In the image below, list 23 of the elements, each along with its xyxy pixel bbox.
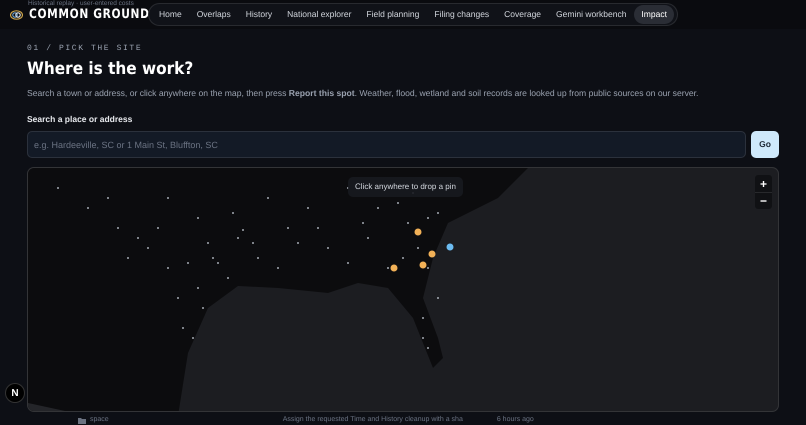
step-eyebrow: 01 / PICK THE SITE: [27, 43, 144, 55]
map-hint: Click anywhere to drop a pin: [348, 177, 463, 198]
nav-tab[interactable]: Filing changes: [427, 5, 496, 24]
logo-icon: [10, 10, 23, 20]
nav-tab[interactable]: Coverage: [497, 5, 548, 24]
nav-tab[interactable]: Impact: [634, 5, 674, 24]
folder-icon: [78, 418, 86, 424]
nav-tab[interactable]: Home: [152, 5, 189, 24]
search-label: Search a place or address: [27, 113, 134, 126]
search-field[interactable]: e.g. Hardeeville, SC or 1 Main St, Bluffton, SC: [27, 131, 746, 158]
step-title: Where is the work?: [27, 58, 194, 81]
brand-name: COMMON GROUND: [29, 6, 150, 24]
go-button[interactable]: Go: [751, 131, 779, 158]
nav-tab[interactable]: History: [238, 5, 280, 24]
zoom-in-button[interactable]: +: [755, 175, 772, 192]
nav-tab[interactable]: Field planning: [359, 5, 426, 24]
nav-tab[interactable]: National explorer: [280, 5, 358, 24]
nav-tab[interactable]: Overlaps: [190, 5, 238, 24]
dev-badge[interactable]: N: [5, 383, 25, 403]
zoom-out-button[interactable]: −: [755, 192, 772, 210]
map-area[interactable]: Click anywhere to drop a pin + −: [27, 167, 779, 412]
nav-tab[interactable]: Gemini workbench: [549, 5, 634, 24]
step-description: Search a town or address, or click anywhere on the map, then press Report this spot. Weather, flood, wetland and soil records are looked up from public sources on our server.: [27, 86, 700, 100]
